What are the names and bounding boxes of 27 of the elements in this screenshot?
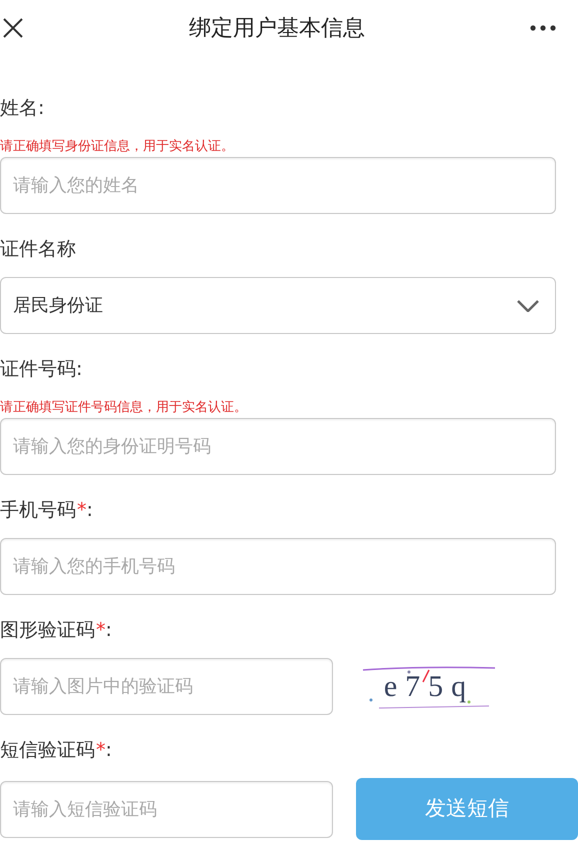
more-icon[interactable] xyxy=(530,25,556,31)
required-mark: * xyxy=(96,738,106,763)
hint-text: 请正确填写证件号码信息，用于实名认证。 xyxy=(0,399,248,417)
input-field[interactable]: 请输入您的姓名 xyxy=(0,157,556,214)
field-label: 证件号码: xyxy=(0,357,82,382)
colon: : xyxy=(86,498,93,523)
colon: : xyxy=(106,738,112,763)
field-label: 手机号码 xyxy=(0,498,76,523)
hint-text: 请正确填写身份证信息，用于实名认证。 xyxy=(0,138,235,156)
field-label: 证件名称 xyxy=(0,237,76,262)
input-field[interactable]: 请输入短信验证码 xyxy=(0,780,333,838)
close-icon[interactable] xyxy=(2,17,24,39)
required-mark: * xyxy=(96,618,106,643)
select-field[interactable]: 居民身份证 xyxy=(0,277,556,334)
colon: : xyxy=(106,618,112,643)
captcha-code: e75q xyxy=(384,670,474,702)
input-field[interactable]: 请输入您的身份证明号码 xyxy=(0,418,556,475)
input-field[interactable]: 请输入图片中的验证码 xyxy=(0,658,333,715)
page-title: 绑定用户基本信息 xyxy=(189,14,365,42)
field-label: 图形验证码 xyxy=(0,618,95,643)
input-field[interactable]: 请输入您的手机号码 xyxy=(0,538,556,595)
select-value: 居民身份证 xyxy=(13,294,103,318)
chevron-down-icon xyxy=(517,300,539,312)
field-label: 姓名: xyxy=(0,96,44,121)
required-mark: * xyxy=(77,498,86,523)
field-label: 短信验证码 xyxy=(0,738,95,763)
captcha-image[interactable]: e75q xyxy=(359,662,499,712)
